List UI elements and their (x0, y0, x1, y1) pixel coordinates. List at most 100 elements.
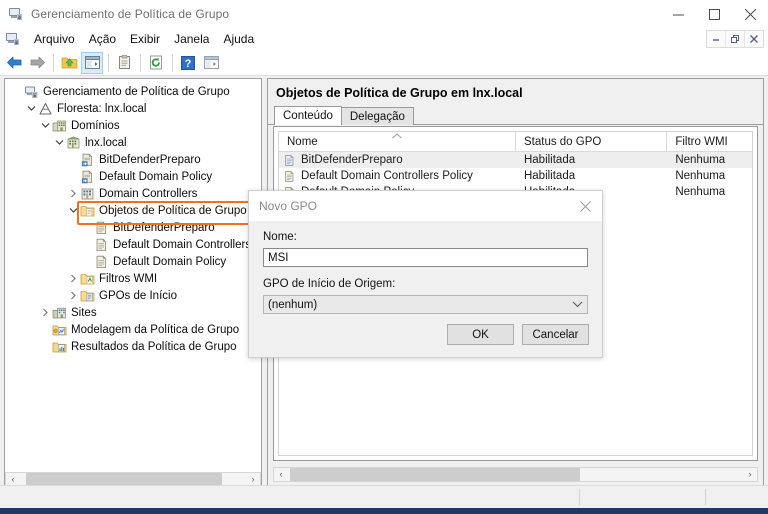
table-row[interactable]: BitDefenderPreparo Habilitada Nenhuma (279, 152, 752, 168)
tree-item-label: BitDefenderPreparo (113, 221, 215, 234)
name-label: Nome: (263, 231, 297, 243)
sites-icon (52, 306, 67, 320)
mdi-restore-button[interactable] (726, 31, 745, 47)
gpo-icon (94, 254, 109, 269)
domain-icon (66, 135, 81, 150)
tab-delegacao[interactable]: Delegação (340, 107, 414, 125)
column-header-2[interactable]: Filtro WMI (667, 132, 752, 151)
cancel-button[interactable]: Cancelar (522, 324, 589, 345)
tree-item[interactable]: lnx.local (5, 134, 261, 151)
menu-ajuda[interactable]: Ajuda (216, 30, 261, 48)
console-tree: Gerenciamento de Política de Grupo Flores… (5, 79, 261, 355)
tree-item[interactable]: Sites (5, 304, 261, 321)
menu-arquivo[interactable]: Arquivo (27, 30, 82, 48)
tree-item-label: Default Domain Policy (99, 170, 213, 183)
tree-item[interactable]: BitDefenderPreparo (5, 151, 261, 168)
gpo-name: BitDefenderPreparo (301, 154, 403, 166)
cell-status: Habilitada (523, 170, 576, 182)
refresh-icon[interactable] (145, 52, 167, 74)
chevron-down-icon[interactable] (53, 138, 66, 147)
back-icon[interactable] (3, 52, 25, 74)
toolbar-separator (140, 53, 141, 72)
tree-item-label: Objetos de Política de Grupo (99, 204, 247, 217)
menu-exibir[interactable]: Exibir (123, 30, 167, 48)
ok-button[interactable]: OK (447, 324, 514, 345)
column-header-label: Status do GPO (523, 135, 602, 148)
menu-acao[interactable]: Ação (82, 30, 123, 48)
chevron-down-icon[interactable] (67, 206, 80, 215)
tree-item-label: Resultados da Política de Grupo (71, 340, 237, 353)
scroll-track[interactable] (288, 468, 743, 481)
mdi-minimize-button[interactable] (707, 31, 726, 47)
properties-icon[interactable] (113, 52, 135, 74)
export-list-icon[interactable] (200, 52, 222, 74)
tree-item[interactable]: Floresta: lnx.local (5, 100, 261, 117)
cell-name: Default Domain Controllers Policy (279, 170, 516, 183)
column-header-1[interactable]: Status do GPO (516, 132, 668, 151)
tree-item[interactable]: Domain Controllers (5, 185, 261, 202)
mdi-close-button[interactable] (745, 31, 763, 47)
chevron-right-icon[interactable] (67, 274, 80, 283)
tree-item[interactable]: Modelagem da Política de Grupo (5, 321, 261, 338)
tree-item-label: Modelagem da Política de Grupo (71, 323, 240, 336)
toolbar-separator (53, 53, 54, 72)
source-gpo-label: GPO de Início de Origem: (263, 278, 396, 290)
chevron-down-icon[interactable] (39, 121, 52, 130)
new-gpo-dialog: Novo GPO Nome: GPO de Início de Origem: … (248, 190, 603, 358)
gpmc-console-icon (24, 85, 39, 99)
results-icon (52, 340, 67, 354)
modeling-icon (52, 323, 67, 337)
scroll-thumb[interactable] (290, 468, 580, 481)
tree-item-label: Domain Controllers (99, 187, 198, 200)
source-gpo-select[interactable]: (nenhum) (263, 295, 588, 314)
forest-icon (38, 102, 53, 116)
wmi-folder-icon (80, 272, 95, 286)
gpo-icon (283, 170, 296, 183)
dialog-title: Novo GPO (259, 199, 318, 213)
chevron-down-icon[interactable] (25, 104, 38, 113)
tab-conteudo[interactable]: Conteúdo (274, 106, 342, 125)
tree-item-label: Gerenciamento de Política de Grupo (43, 85, 230, 98)
tree-item[interactable]: GPOs de Início (5, 287, 261, 304)
table-row[interactable]: Default Domain Controllers Policy Habilit… (279, 168, 752, 184)
gpo-icon (283, 154, 296, 167)
gpo-link-icon (80, 152, 95, 167)
chevron-right-icon[interactable] (67, 291, 80, 300)
tree-item-label: GPOs de Início (99, 289, 177, 302)
tree-item-label: Default Domain Policy (113, 255, 227, 268)
tree-item[interactable]: Gerenciamento de Política de Grupo (5, 83, 261, 100)
window-titlebar: Gerenciamento de Política de Grupo (0, 0, 768, 29)
cell-wmi-filter: Nenhuma (675, 154, 726, 166)
dialog-close-icon[interactable] (568, 191, 602, 221)
scroll-right-arrow[interactable]: › (743, 468, 757, 481)
column-header-0[interactable]: Nome (279, 132, 516, 151)
tree-item[interactable]: Filtros WMI (5, 270, 261, 287)
show-tree-icon[interactable] (81, 51, 103, 74)
tree-item[interactable]: Domínios (5, 117, 261, 134)
minimize-button[interactable] (660, 0, 696, 28)
tree-item[interactable]: Objetos de Política de Grupo (5, 202, 261, 219)
gpo-name-input[interactable] (263, 248, 588, 267)
chevron-right-icon[interactable] (39, 308, 52, 317)
toolbar: ? (0, 50, 768, 76)
tree-item[interactable]: Default Domain Policy (5, 168, 261, 185)
tree-item[interactable]: Default Domain Controllers Policy (5, 236, 261, 253)
tree-item[interactable]: Default Domain Policy (5, 253, 261, 270)
maximize-button[interactable] (696, 0, 732, 28)
up-folder-icon[interactable] (58, 52, 80, 74)
gpo-link-icon (80, 169, 95, 184)
cell-wmi-filter: Nenhuma (675, 170, 726, 182)
menu-janela[interactable]: Janela (167, 30, 216, 48)
help-icon[interactable]: ? (177, 52, 199, 74)
tree-item[interactable]: BitDefenderPreparo (5, 219, 261, 236)
chevron-right-icon[interactable] (67, 189, 80, 198)
forward-icon[interactable] (26, 52, 48, 74)
tree-item[interactable]: Resultados da Política de Grupo (5, 338, 261, 355)
scroll-left-arrow[interactable]: ‹ (274, 468, 288, 481)
close-button[interactable] (732, 0, 768, 28)
details-horizontal-scrollbar[interactable]: ‹ › (273, 467, 758, 482)
tree-item-label: Filtros WMI (99, 272, 158, 285)
toolbar-separator (172, 53, 173, 72)
desktop-taskbar (0, 508, 768, 514)
gpo-folder-icon (80, 204, 95, 218)
